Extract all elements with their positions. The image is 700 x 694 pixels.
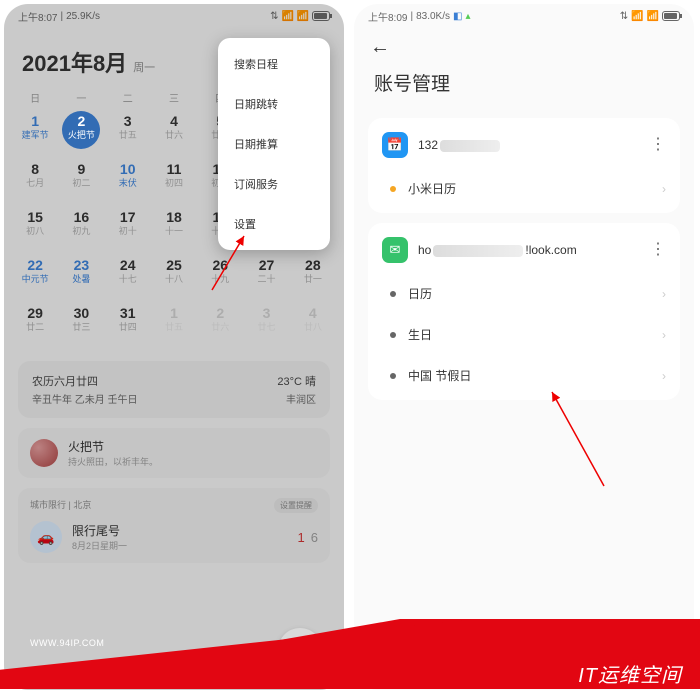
page-title: 账号管理 bbox=[354, 67, 694, 110]
calendar-color-dot bbox=[390, 373, 396, 379]
month-weekday: 周一 bbox=[133, 59, 155, 75]
calendar-label: 中国 节假日 bbox=[408, 367, 662, 384]
watermark: WWW.94IP.COM bbox=[30, 638, 104, 648]
weekday-label: 三 bbox=[151, 86, 197, 109]
calendar-day[interactable]: 17初十 bbox=[105, 205, 151, 253]
traffic-numbers: 16 bbox=[298, 530, 318, 545]
calendar-day[interactable]: 29廿二 bbox=[12, 301, 58, 349]
chevron-right-icon: › bbox=[662, 182, 666, 196]
weekday-label: 二 bbox=[105, 86, 151, 109]
calendar-day[interactable]: 4廿六 bbox=[151, 109, 197, 157]
status-bar: 上午8:09|83.0K/s◧▴ ⇅📶📶 bbox=[354, 4, 694, 28]
back-button[interactable]: ← bbox=[354, 28, 694, 67]
weekday-label: 一 bbox=[58, 86, 104, 109]
calendar-day[interactable]: 23处暑 bbox=[58, 253, 104, 301]
status-icons: ⇅📶📶 bbox=[270, 11, 330, 22]
calendar-app-screen: 上午8:07|25.9K/s ⇅📶📶 2021年8月 周一 日一二三四五六 1建… bbox=[4, 4, 344, 690]
account-header[interactable]: ✉ ho!look.com ⋮ bbox=[368, 227, 680, 273]
xiaomi-account-icon: 📅 bbox=[382, 132, 408, 158]
back-arrow-icon: ← bbox=[370, 36, 390, 58]
menu-settings[interactable]: 设置 bbox=[218, 204, 330, 244]
menu-subscribe[interactable]: 订阅服务 bbox=[218, 164, 330, 204]
calendar-label: 小米日历 bbox=[408, 180, 662, 197]
calendar-row-calendar[interactable]: 日历 › bbox=[368, 273, 680, 314]
calendar-color-dot bbox=[390, 291, 396, 297]
traffic-set-reminder[interactable]: 设置提醒 bbox=[274, 498, 318, 513]
status-net: 25.9K/s bbox=[66, 11, 100, 22]
calendar-day[interactable]: 26十九 bbox=[197, 253, 243, 301]
calendar-day[interactable]: 24十七 bbox=[105, 253, 151, 301]
email-account-icon: ✉ bbox=[382, 237, 408, 263]
chevron-right-icon: › bbox=[662, 369, 666, 383]
status-bar: 上午8:07|25.9K/s ⇅📶📶 bbox=[4, 4, 344, 28]
banner-text: IT运维空间 bbox=[578, 659, 682, 688]
account-name: 132 bbox=[418, 138, 640, 152]
traffic-city: 北京 bbox=[73, 500, 91, 510]
calendar-label: 日历 bbox=[408, 285, 662, 302]
calendar-day[interactable]: 27二十 bbox=[243, 253, 289, 301]
account-card-xiaomi: 📅 132 ⋮ 小米日历 › bbox=[368, 118, 680, 213]
calendar-day[interactable]: 3廿七 bbox=[243, 301, 289, 349]
chevron-right-icon: › bbox=[662, 287, 666, 301]
calendar-row-xiaomi[interactable]: 小米日历 › bbox=[368, 168, 680, 209]
calendar-day[interactable]: 25十八 bbox=[151, 253, 197, 301]
calendar-day[interactable]: 8七月 bbox=[12, 157, 58, 205]
traffic-date: 8月2日星期一 bbox=[72, 539, 127, 552]
weather-temp: 23°C 晴 bbox=[277, 373, 316, 389]
calendar-color-dot bbox=[390, 332, 396, 338]
calendar-day[interactable]: 10末伏 bbox=[105, 157, 151, 205]
calendar-day[interactable]: 1建军节 bbox=[12, 109, 58, 157]
event-avatar-icon bbox=[30, 439, 58, 467]
car-icon: 🚗 bbox=[30, 521, 62, 553]
calendar-day[interactable]: 3廿五 bbox=[105, 109, 151, 157]
weather-location: 丰润区 bbox=[277, 391, 316, 406]
month-title[interactable]: 2021年8月 bbox=[22, 46, 127, 78]
event-card[interactable]: 火把节 持火照田，以祈丰年。 bbox=[18, 428, 330, 478]
calendar-day[interactable]: 22中元节 bbox=[12, 253, 58, 301]
calendar-day[interactable]: 31廿四 bbox=[105, 301, 151, 349]
calendar-color-dot bbox=[390, 186, 396, 192]
account-management-screen: 上午8:09|83.0K/s◧▴ ⇅📶📶 ← 账号管理 📅 132 ⋮ 小米日历… bbox=[354, 4, 694, 690]
weather-card[interactable]: 农历六月廿四 辛丑牛年 乙未月 壬午日 23°C 晴 丰润区 bbox=[18, 361, 330, 418]
calendar-day[interactable]: 16初九 bbox=[58, 205, 104, 253]
calendar-label: 生日 bbox=[408, 326, 662, 343]
weekday-label: 日 bbox=[12, 86, 58, 109]
calendar-day[interactable]: 1廿五 bbox=[151, 301, 197, 349]
status-icons: ⇅📶📶 bbox=[620, 11, 680, 22]
account-name: ho!look.com bbox=[418, 243, 640, 257]
status-net: 83.0K/s bbox=[416, 11, 450, 22]
calendar-day[interactable]: 4廿八 bbox=[290, 301, 336, 349]
traffic-card[interactable]: 城市限行 | 北京 设置提醒 🚗 限行尾号 8月2日星期一 16 bbox=[18, 488, 330, 563]
traffic-label: 城市限行 bbox=[30, 500, 66, 510]
calendar-day[interactable]: 15初八 bbox=[12, 205, 58, 253]
overflow-menu: 搜索日程 日期跳转 日期推算 订阅服务 设置 bbox=[218, 38, 330, 250]
account-card-outlook: ✉ ho!look.com ⋮ 日历 › 生日 › 中国 节假日 › bbox=[368, 223, 680, 400]
calendar-row-birthday[interactable]: 生日 › bbox=[368, 314, 680, 355]
account-more-icon[interactable]: ⋮ bbox=[650, 242, 666, 258]
status-time: 上午8:09 bbox=[368, 9, 407, 24]
calendar-day[interactable]: 9初二 bbox=[58, 157, 104, 205]
annotation-arrow-right bbox=[542, 384, 612, 499]
calendar-day[interactable]: 28廿一 bbox=[290, 253, 336, 301]
chevron-right-icon: › bbox=[662, 328, 666, 342]
calendar-day[interactable]: 2廿六 bbox=[197, 301, 243, 349]
account-more-icon[interactable]: ⋮ bbox=[650, 137, 666, 153]
event-subtitle: 持火照田，以祈丰年。 bbox=[68, 455, 158, 468]
menu-search-schedule[interactable]: 搜索日程 bbox=[218, 44, 330, 84]
calendar-day[interactable]: 18十一 bbox=[151, 205, 197, 253]
lunar-date: 农历六月廿四 bbox=[32, 373, 138, 389]
account-header[interactable]: 📅 132 ⋮ bbox=[368, 122, 680, 168]
menu-date-jump[interactable]: 日期跳转 bbox=[218, 84, 330, 124]
calendar-day[interactable]: 11初四 bbox=[151, 157, 197, 205]
status-time: 上午8:07 bbox=[18, 9, 57, 24]
calendar-day[interactable]: 2火把节 bbox=[58, 109, 104, 157]
calendar-day[interactable]: 30廿三 bbox=[58, 301, 104, 349]
calendar-row-holidays[interactable]: 中国 节假日 › bbox=[368, 355, 680, 396]
traffic-title: 限行尾号 bbox=[72, 522, 127, 539]
lunar-detail: 辛丑牛年 乙未月 壬午日 bbox=[32, 391, 138, 406]
menu-date-calc[interactable]: 日期推算 bbox=[218, 124, 330, 164]
event-title: 火把节 bbox=[68, 438, 158, 455]
